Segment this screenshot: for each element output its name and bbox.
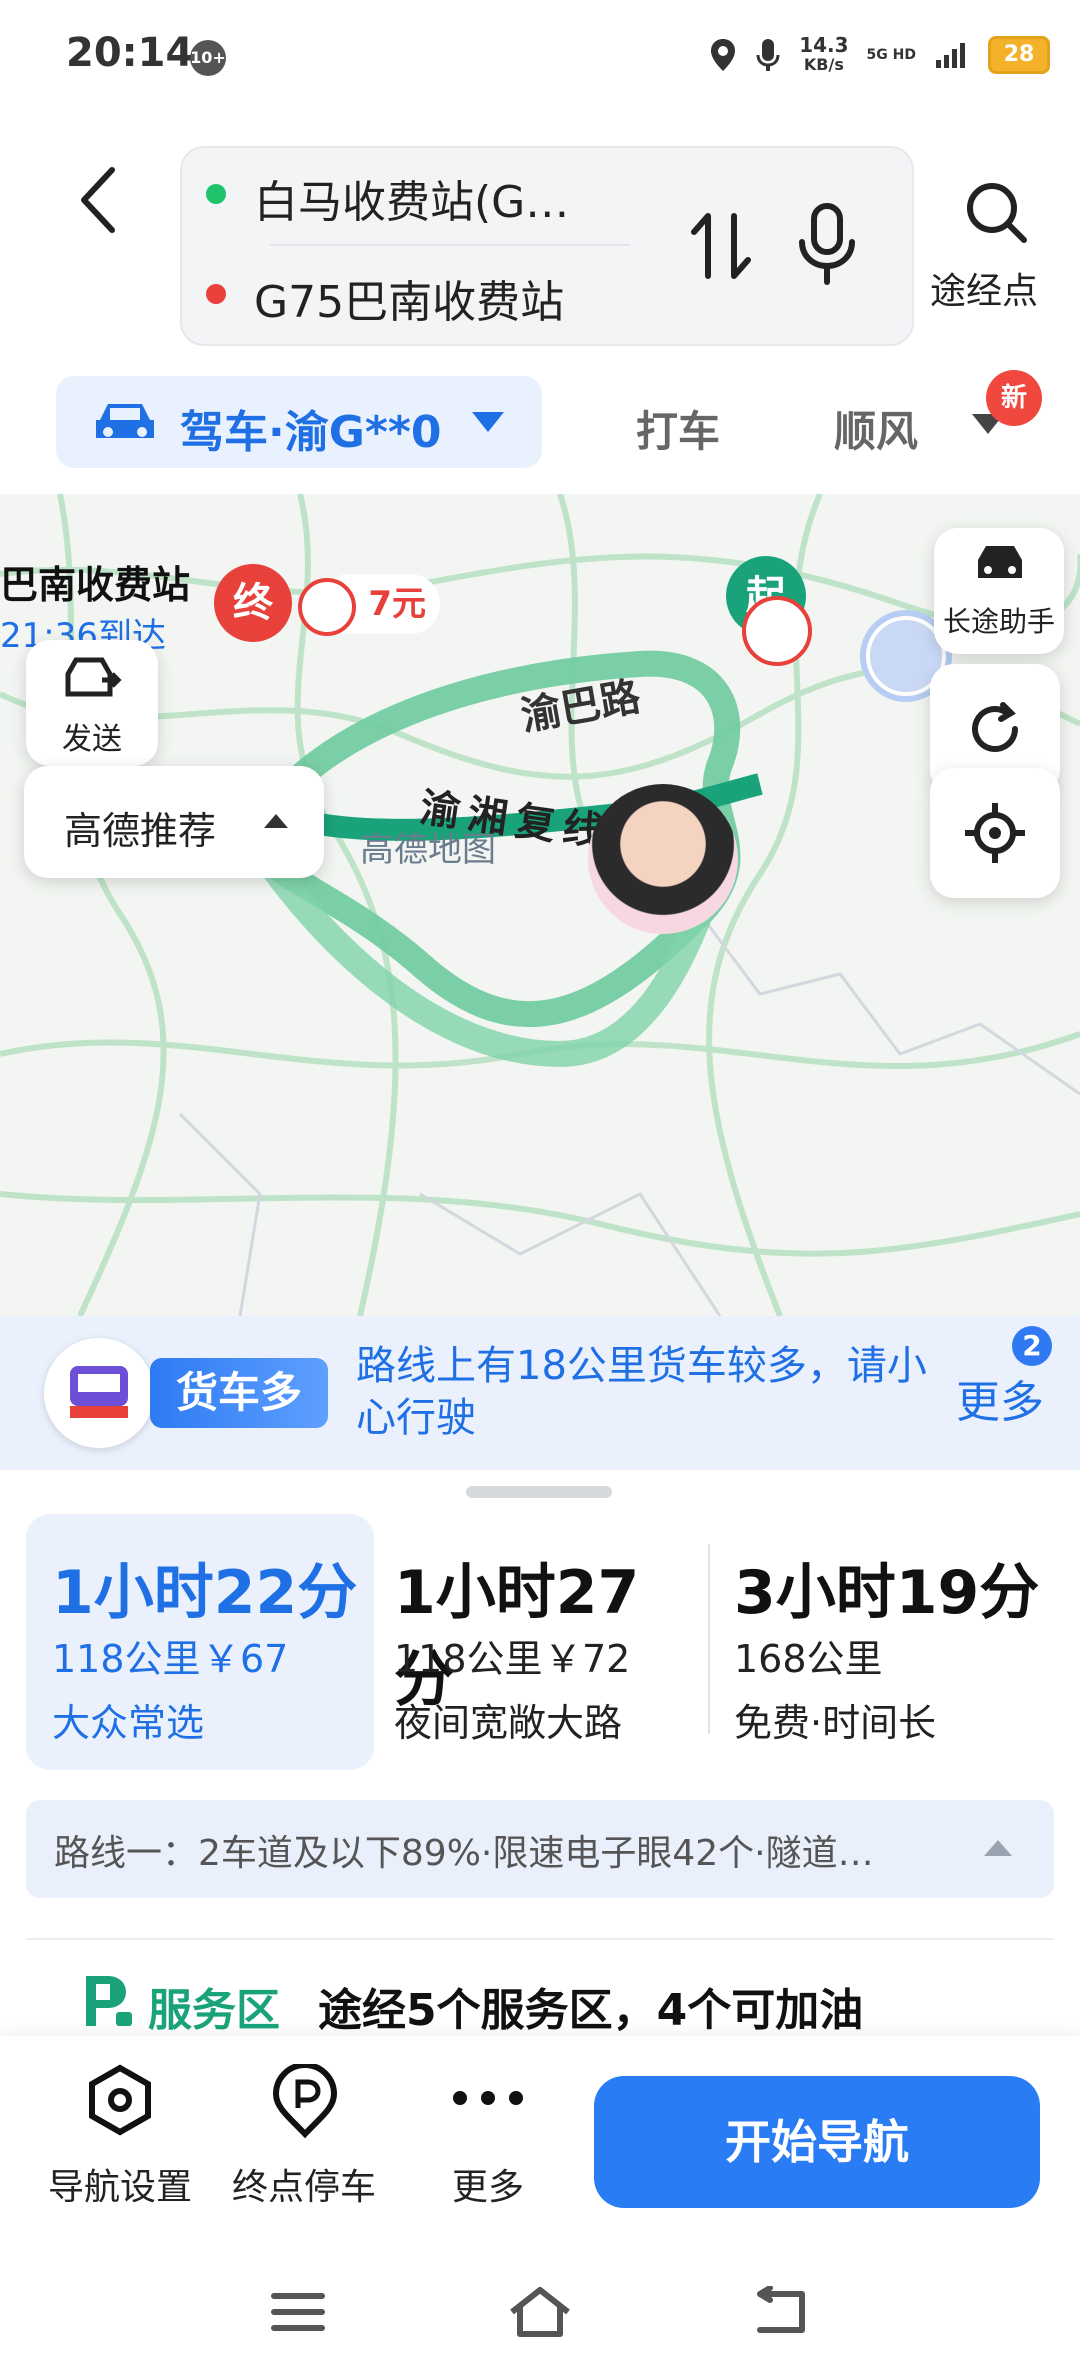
- toll-icon: [298, 578, 356, 636]
- route-3-time: 3小时19分: [734, 1558, 1040, 1628]
- home-icon[interactable]: [508, 2286, 572, 2338]
- parking-pin-icon: [272, 2064, 338, 2138]
- start-toll-icon: [742, 596, 812, 666]
- net-speed-unit: KB/s: [803, 55, 844, 74]
- truck-message: 路线上有18公里货车较多，请小心行驶: [356, 1343, 927, 1441]
- route-2-tag: 夜间宽敞大路: [394, 1701, 623, 1745]
- hexagon-settings-icon: [89, 2064, 151, 2136]
- route-2-distance: 118公里: [394, 1637, 543, 1681]
- menu-icon[interactable]: [270, 2290, 326, 2334]
- recommend-dropdown[interactable]: 高德推荐: [24, 766, 324, 878]
- service-area-desc: 途经5个服务区，4个可加油: [318, 1985, 864, 2036]
- route-info-text: 路线一：2车道及以下89%·限速电子眼42个·隧道…: [54, 1833, 874, 1874]
- route-1-time: 1小时22分: [52, 1558, 358, 1628]
- mic-icon: [799, 203, 855, 285]
- more-label: 更多: [451, 2167, 524, 2208]
- avatar[interactable]: [588, 784, 738, 934]
- system-navigation-bar: [0, 2246, 1080, 2376]
- notification-badge: 10+: [190, 40, 226, 76]
- map-watermark: 高德地图: [360, 830, 496, 870]
- waypoint-label[interactable]: 途经点: [930, 262, 1038, 314]
- locate-button[interactable]: [930, 768, 1060, 898]
- net-speed-value: 14.3: [799, 33, 849, 57]
- send-to-car-icon: [65, 657, 122, 697]
- more-actions-button[interactable]: 更多: [404, 2064, 572, 2214]
- nav-settings-button[interactable]: 导航设置: [36, 2064, 204, 2214]
- long-trip-helper-button[interactable]: 长途助手: [934, 528, 1064, 654]
- voice-input-button[interactable]: [792, 200, 862, 290]
- route-separator: [708, 1544, 710, 1734]
- destination-parking-button[interactable]: 终点停车: [220, 2064, 388, 2214]
- service-area-title: 服务区: [148, 1985, 280, 2036]
- back-button[interactable]: [70, 160, 130, 240]
- car-icon: [96, 404, 154, 438]
- start-navigation-button[interactable]: 开始导航: [594, 2076, 1040, 2208]
- parking-label: 终点停车: [231, 2167, 376, 2208]
- destination-dot: [206, 284, 226, 304]
- parking-icon: [86, 1976, 132, 2026]
- waypoint-search-button[interactable]: [960, 176, 1032, 248]
- tab-taxi[interactable]: 打车: [636, 398, 720, 459]
- long-trip-helper-label: 长途助手: [942, 605, 1055, 638]
- route-3-distance: 168公里: [734, 1637, 883, 1681]
- origin-dot: [206, 184, 226, 204]
- swap-button[interactable]: [686, 206, 756, 286]
- truck-label: 货车多: [150, 1358, 328, 1428]
- route-option-1[interactable]: 1小时22分 118公里 ￥67 大众常选: [26, 1514, 374, 1770]
- section-divider: [26, 1938, 1054, 1940]
- net-speed: 14.3 KB/s: [799, 35, 848, 75]
- new-badge: 新: [986, 370, 1042, 426]
- swap-icon: [691, 213, 751, 279]
- nav-settings-label: 导航设置: [47, 2167, 192, 2208]
- truck-more-link[interactable]: 更多: [956, 1366, 1044, 1430]
- route-1-price: ￥67: [202, 1637, 289, 1681]
- chevron-up-icon[interactable]: [982, 1838, 1014, 1858]
- tab-ride[interactable]: 顺风: [834, 398, 918, 459]
- status-icons: 14.3 KB/s 5G HD 28: [709, 28, 1050, 82]
- tab-drive-label[interactable]: 驾车·渝G**0: [180, 396, 441, 460]
- recommend-label: 高德推荐: [64, 809, 217, 853]
- battery-indicator: 28: [988, 36, 1050, 74]
- back-arrow-icon: [81, 167, 115, 233]
- chevron-down-icon[interactable]: [470, 410, 506, 434]
- locate-icon: [965, 803, 1025, 863]
- truck-icon: [70, 1366, 128, 1418]
- route-2-price: ￥72: [544, 1637, 631, 1681]
- car-route-icon: [978, 546, 1022, 578]
- destination-name: 巴南收费站: [0, 563, 191, 607]
- mic-status-icon: [756, 39, 780, 71]
- sheet-drag-handle[interactable]: [466, 1486, 612, 1498]
- chevron-up-icon: [264, 814, 288, 828]
- location-icon: [711, 39, 736, 71]
- search-icon: [967, 183, 1027, 243]
- clock: 20:14: [66, 30, 194, 76]
- back-nav-icon[interactable]: [750, 2286, 810, 2338]
- send-label: 发送: [62, 722, 122, 757]
- more-count-badge: 2: [1012, 1326, 1052, 1366]
- map-view[interactable]: 渝巴路 渝湘复线 巴南收费站 21:36到达 终 7元 起 长途助手 发送 高德…: [0, 494, 1080, 1316]
- origin-field[interactable]: 白马收费站(G…: [254, 166, 569, 230]
- route-divider: [270, 244, 630, 246]
- route-option-3[interactable]: 3小时19分 168公里 免费·时间长: [734, 1514, 1054, 1770]
- truck-avatar: [44, 1338, 154, 1448]
- signal-icon: [936, 43, 965, 68]
- route-1-distance: 118公里: [52, 1637, 201, 1681]
- refresh-icon: [972, 702, 1018, 752]
- route-3-tag: 免费·时间长: [734, 1701, 937, 1745]
- status-bar: 20:14 10+ 14.3 KB/s 5G HD 28: [0, 0, 1080, 110]
- network-type: 5G HD: [866, 47, 916, 63]
- route-1-tag: 大众常选: [52, 1701, 205, 1745]
- route-option-2[interactable]: 1小时27分 118公里 ￥72 夜间宽敞大路: [394, 1514, 694, 1770]
- end-marker[interactable]: 终: [214, 564, 292, 642]
- send-button[interactable]: 发送: [26, 640, 158, 766]
- destination-field[interactable]: G75巴南收费站: [254, 266, 564, 330]
- more-dots-icon: [453, 2091, 523, 2105]
